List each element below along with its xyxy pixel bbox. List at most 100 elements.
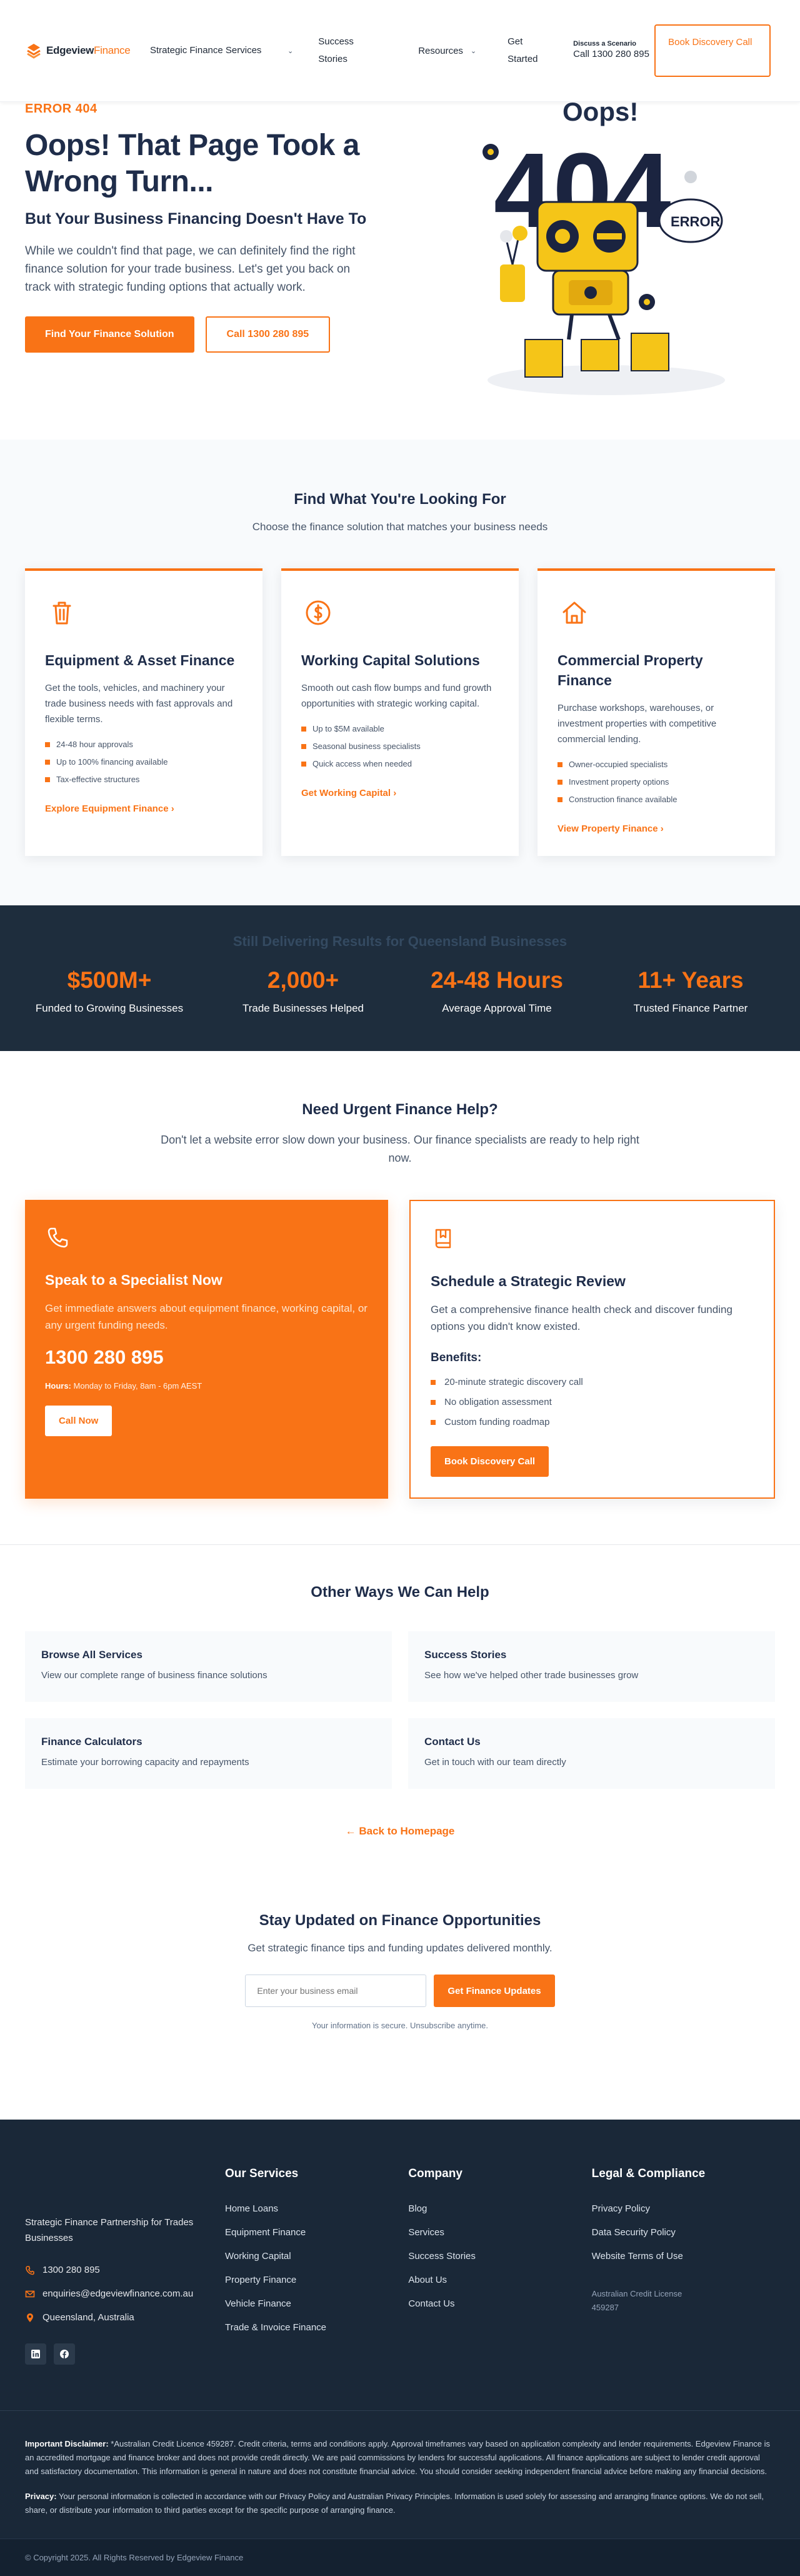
footer-link[interactable]: Data Security Policy (592, 2221, 775, 2245)
help-link-calculators[interactable]: Finance Calculators Estimate your borrow… (25, 1718, 392, 1789)
nav-success-stories[interactable]: Success Stories (318, 33, 381, 68)
footer-link[interactable]: Property Finance (225, 2268, 408, 2292)
list-item: 24-48 hour approvals (45, 736, 242, 753)
nav-strategic-finance[interactable]: Strategic Finance Services (150, 29, 269, 73)
404-robot-illustration: Oops! 404 ERROR (482, 102, 725, 395)
phone-number[interactable]: 1300 280 895 (45, 1346, 368, 1369)
card-title: Equipment & Asset Finance (45, 652, 235, 668)
explore-equipment-link[interactable]: Explore Equipment Finance › (45, 803, 174, 814)
get-working-capital-link[interactable]: Get Working Capital › (301, 788, 396, 798)
book-discovery-call-button[interactable]: Book Discovery Call (654, 24, 771, 77)
footer-contact: 1300 280 895 enquiries@edgeviewfinance.c… (25, 2258, 225, 2330)
card-bullets: Owner-occupied specialists Investment pr… (558, 756, 755, 808)
discuss-scenario[interactable]: Discuss a Scenario Call 1300 280 895 (573, 40, 654, 61)
footer-tagline: Strategic Finance Partnership for Trades… (25, 2217, 194, 2243)
card-title: Schedule a Strategic Review (431, 1273, 626, 1289)
help-title: Contact Us (424, 1736, 481, 1748)
section-subtitle: Don't let a website error slow down your… (161, 1134, 639, 1164)
link-label: View Property Finance (558, 823, 658, 834)
footer-links: Blog Services Success Stories About Us C… (408, 2197, 591, 2316)
stat-label: Average Approval Time (442, 1002, 552, 1014)
list-item: Seasonal business specialists (301, 738, 499, 755)
find-solution-button[interactable]: Find Your Finance Solution (25, 316, 194, 353)
urgent-help-section: Need Urgent Finance Help? Don't let a we… (0, 1051, 800, 1545)
help-link-browse-services[interactable]: Browse All Services View our complete ra… (25, 1631, 392, 1702)
footer-link[interactable]: Trade & Invoice Finance (225, 2316, 408, 2340)
phone-icon (26, 2266, 34, 2275)
urgent-cards: Speak to a Specialist Now Get immediate … (25, 1200, 775, 1499)
footer-link[interactable]: Contact Us (408, 2292, 591, 2316)
phone-icon (48, 1227, 68, 1248)
stat-value: 24-48 Hours (431, 967, 563, 993)
chevron-down-icon: ⌄ (470, 47, 477, 55)
privacy-body: Your personal information is collected i… (25, 2492, 764, 2515)
list-item: Quick access when needed (301, 755, 499, 773)
location-pin-icon (27, 2313, 33, 2322)
footer-heading: Company (408, 2167, 462, 2180)
list-item: Up to $5M available (301, 720, 499, 738)
stat-value: $500M+ (67, 967, 152, 993)
footer-link[interactable]: Equipment Finance (225, 2221, 408, 2245)
stats-section: Still Delivering Results for Queensland … (0, 905, 800, 1051)
footer-email[interactable]: enquiries@edgeviewfinance.com.au (25, 2282, 225, 2306)
footer-link[interactable]: Vehicle Finance (225, 2292, 408, 2316)
privacy-label: Privacy: (25, 2492, 57, 2501)
stat-label: Funded to Growing Businesses (35, 1002, 184, 1014)
nav-resources[interactable]: Resources ⌄ (418, 46, 476, 56)
footer-company-column: Company Blog Services Success Stories Ab… (408, 2167, 591, 2365)
back-to-homepage-link[interactable]: ← Back to Homepage (0, 1825, 800, 1838)
privacy-text: Privacy: Your personal information is co… (25, 2490, 775, 2517)
disclaimer-section: Important Disclaimer: *Australian Credit… (0, 2410, 800, 2538)
stat-label: Trade Businesses Helped (242, 1002, 364, 1014)
card-bullets: 24-48 hour approvals Up to 100% financin… (45, 736, 242, 788)
footer-link[interactable]: Home Loans (225, 2197, 408, 2221)
help-desc: Estimate your borrowing capacity and rep… (41, 1757, 249, 1768)
footer-phone[interactable]: 1300 280 895 (25, 2258, 225, 2282)
email-text: enquiries@edgeviewfinance.com.au (42, 2288, 194, 2299)
section-title: Need Urgent Finance Help? (302, 1101, 498, 1118)
subscribe-button[interactable]: Get Finance Updates (434, 1975, 555, 2007)
book-icon (435, 1229, 451, 1249)
card-property-finance: Commercial Property Finance Purchase wor… (538, 568, 775, 856)
section-subtitle: Choose the finance solution that matches… (252, 521, 548, 533)
stats-row: $500M+ Funded to Growing Businesses 2,00… (12, 967, 788, 1015)
copyright-text: © Copyright 2025. All Rights Reserved by… (25, 2553, 244, 2562)
footer-link[interactable]: Success Stories (408, 2245, 591, 2268)
social-links (25, 2343, 225, 2365)
facebook-icon[interactable] (54, 2343, 75, 2365)
footer-link[interactable]: Blog (408, 2197, 591, 2221)
logo-mark-icon (27, 44, 41, 59)
book-discovery-call-button[interactable]: Book Discovery Call (431, 1446, 549, 1477)
chevron-right-icon: › (393, 788, 397, 798)
help-title: Browse All Services (41, 1649, 142, 1661)
help-grid: Browse All Services View our complete ra… (25, 1631, 775, 1789)
call-now-button[interactable]: Call Now (45, 1406, 112, 1436)
back-label: Back to Homepage (359, 1825, 455, 1837)
stat-value: 2,000+ (267, 967, 339, 993)
footer-link[interactable]: Services (408, 2221, 591, 2245)
list-item: 20-minute strategic discovery call (431, 1372, 754, 1392)
logo[interactable]: EdgeviewFinance (25, 42, 144, 59)
discuss-phone: Call 1300 280 895 (573, 49, 649, 59)
stat-value: 11+ Years (638, 967, 744, 993)
chevron-down-icon[interactable]: ⌄ (288, 47, 293, 55)
email-input[interactable] (245, 1975, 427, 2007)
footer-link[interactable]: Website Terms of Use (592, 2245, 775, 2268)
main-nav: Strategic Finance Services ⌄ Success Sto… (144, 24, 775, 77)
linkedin-icon[interactable] (25, 2343, 46, 2365)
card-body: Get a comprehensive finance health check… (431, 1304, 732, 1332)
view-property-finance-link[interactable]: View Property Finance › (558, 823, 664, 834)
footer-links: Privacy Policy Data Security Policy Webs… (592, 2197, 775, 2268)
help-title: Finance Calculators (41, 1736, 142, 1748)
footer-link[interactable]: Working Capital (225, 2245, 408, 2268)
card-working-capital: Working Capital Solutions Smooth out cas… (281, 568, 519, 856)
footer-link[interactable]: About Us (408, 2268, 591, 2292)
disclaimer-label: Important Disclaimer: (25, 2439, 109, 2448)
chevron-right-icon: › (171, 803, 174, 814)
help-link-success-stories[interactable]: Success Stories See how we've helped oth… (408, 1631, 775, 1702)
footer-link[interactable]: Privacy Policy (592, 2197, 775, 2221)
help-link-contact[interactable]: Contact Us Get in touch with our team di… (408, 1718, 775, 1789)
nav-get-started[interactable]: Get Started (508, 33, 551, 68)
call-button[interactable]: Call 1300 280 895 (205, 316, 331, 353)
other-ways-section: Other Ways We Can Help Browse All Servic… (0, 1545, 800, 1890)
